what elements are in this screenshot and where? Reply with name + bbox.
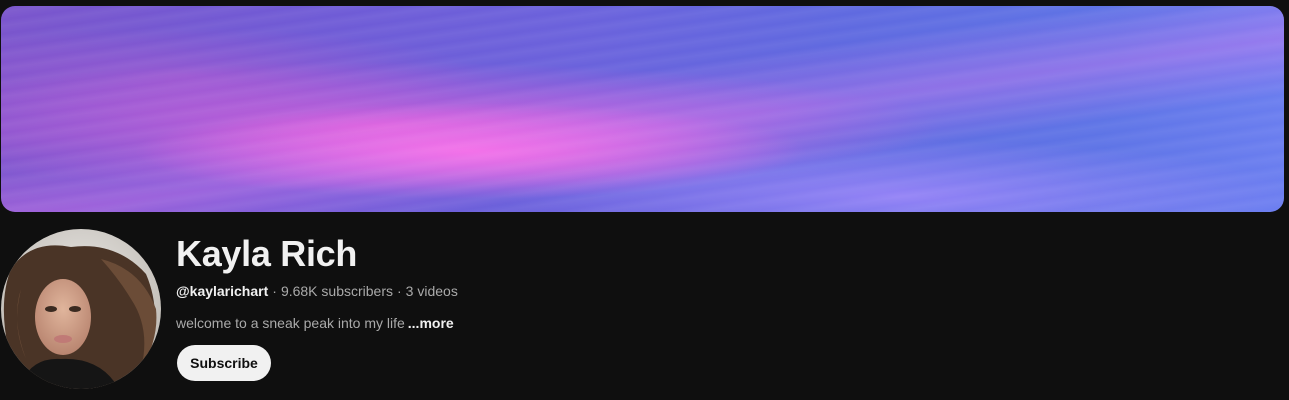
banner-texture (1, 6, 1284, 212)
channel-header: Kayla Rich @kaylarichart · 9.68K subscribe… (0, 0, 1289, 400)
channel-banner[interactable] (1, 6, 1284, 212)
meta-separator: · (272, 283, 277, 299)
video-count: 3 videos (405, 283, 458, 299)
channel-avatar[interactable] (1, 229, 161, 389)
subscriber-count: 9.68K subscribers (280, 283, 393, 299)
avatar-image (1, 229, 161, 389)
channel-handle[interactable]: @kaylarichart (176, 283, 268, 299)
subscribe-button[interactable]: Subscribe (177, 345, 271, 381)
description-text: welcome to a sneak peak into my life (176, 315, 405, 331)
channel-meta: @kaylarichart · 9.68K subscribers · 3 videos (176, 281, 458, 301)
more-link[interactable]: ...more (408, 315, 454, 331)
meta-separator: · (397, 283, 402, 299)
channel-description[interactable]: welcome to a sneak peak into my life ...m… (176, 313, 458, 333)
channel-info: Kayla Rich @kaylarichart · 9.68K subscribe… (176, 232, 458, 333)
channel-name: Kayla Rich (176, 233, 358, 274)
